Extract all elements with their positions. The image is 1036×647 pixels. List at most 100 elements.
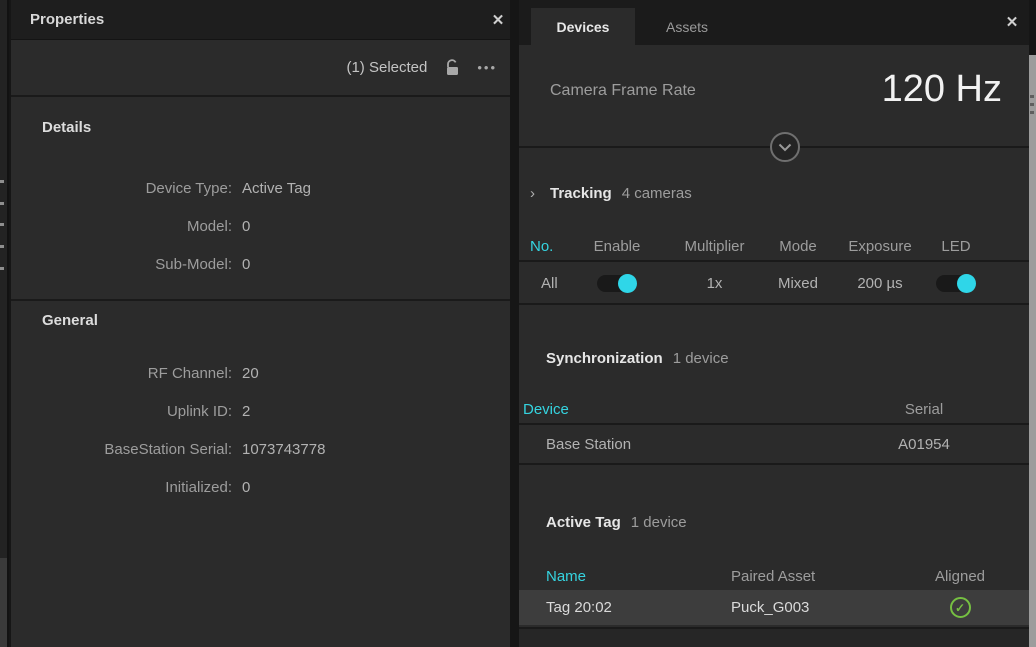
sync-table-header: Device Serial <box>519 396 1029 422</box>
sliver-mark <box>0 267 4 270</box>
active-tag-title: Active Tag <box>546 514 621 531</box>
property-label: RF Channel: <box>42 365 232 382</box>
more-options-icon[interactable]: ••• <box>477 60 497 75</box>
sliver-mark <box>0 202 4 205</box>
tracking-table-header: No. Enable Multiplier Mode Exposure LED <box>519 233 1029 259</box>
tracking-table-row: All 1x Mixed 200 µs <box>519 263 1029 303</box>
property-row: Model: 0 <box>11 214 510 238</box>
properties-title: Properties <box>11 11 104 28</box>
tab-devices[interactable]: Devices <box>531 8 635 45</box>
tracking-subtitle: 4 cameras <box>622 185 692 202</box>
property-row: BaseStation Serial: 1073743778 <box>11 437 510 461</box>
properties-titlebar[interactable]: Properties ✕ <box>11 0 510 40</box>
active-tag-table-row[interactable]: Tag 20:02 Puck_G003 ✓ <box>519 590 1029 625</box>
panel-splitter-handle[interactable] <box>1029 55 1036 647</box>
synchronization-subtitle: 1 device <box>673 350 729 367</box>
close-icon[interactable]: ✕ <box>483 0 510 40</box>
camera-frame-rate-value[interactable]: 120 Hz <box>882 68 1002 111</box>
column-header-serial[interactable]: Serial <box>839 401 1009 418</box>
splitter-grip-mark <box>1030 111 1034 114</box>
tracking-section-header[interactable]: › Tracking 4 cameras <box>519 180 1029 206</box>
property-value[interactable]: 0 <box>242 479 250 496</box>
properties-panel: Properties ✕ (1) Selected ••• Details De… <box>11 0 510 647</box>
column-header-led[interactable]: LED <box>926 238 986 255</box>
column-header-multiplier[interactable]: Multiplier <box>667 238 762 255</box>
column-header-enable[interactable]: Enable <box>567 238 667 255</box>
sliver-scroll-thumb[interactable] <box>0 558 7 647</box>
active-tag-section-header: Active Tag 1 device <box>519 509 1029 535</box>
divider <box>519 463 1029 465</box>
app-window: Properties ✕ (1) Selected ••• Details De… <box>0 0 1036 647</box>
tracking-title: Tracking <box>550 185 612 202</box>
active-tag-subtitle: 1 device <box>631 514 687 531</box>
tag-row-paired-asset: Puck_G003 <box>731 599 901 616</box>
active-tag-table-header: Name Paired Asset Aligned <box>519 563 1029 589</box>
property-label: Uplink ID: <box>42 403 232 420</box>
sliver-mark <box>0 223 4 226</box>
property-label: Initialized: <box>42 479 232 496</box>
property-value[interactable]: 0 <box>242 218 250 235</box>
divider <box>11 299 510 301</box>
tracking-row-multiplier[interactable]: 1x <box>667 275 762 292</box>
tag-row-name: Tag 20:02 <box>546 599 731 616</box>
divider <box>519 260 1029 262</box>
synchronization-section-header: Synchronization 1 device <box>519 345 1029 371</box>
sync-table-row[interactable]: Base Station A01954 <box>519 425 1029 463</box>
splitter-grip-mark <box>1030 95 1034 98</box>
tracking-row-exposure[interactable]: 200 µs <box>834 275 926 292</box>
devices-tabbar: Devices Assets ✕ <box>519 0 1029 45</box>
tab-assets[interactable]: Assets <box>635 8 739 45</box>
enable-toggle-cell <box>567 274 667 292</box>
tracking-row-no: All <box>519 275 567 292</box>
aligned-cell: ✓ <box>901 597 1029 618</box>
properties-toolbar: (1) Selected ••• <box>11 40 510 95</box>
property-value[interactable]: 2 <box>242 403 250 420</box>
column-header-paired-asset[interactable]: Paired Asset <box>731 568 901 585</box>
property-value[interactable]: 0 <box>242 256 250 273</box>
devices-panel: Devices Assets ✕ Camera Frame Rate 120 H… <box>519 0 1029 647</box>
sync-row-device: Base Station <box>519 436 839 453</box>
aligned-check-icon: ✓ <box>950 597 971 618</box>
section-title-details: Details <box>42 115 91 139</box>
close-icon[interactable]: ✕ <box>997 2 1027 42</box>
collapse-chevron-icon[interactable] <box>770 132 800 162</box>
tracking-row-mode[interactable]: Mixed <box>762 275 834 292</box>
selected-count-label: (1) Selected <box>346 59 427 76</box>
led-toggle[interactable] <box>936 275 976 292</box>
column-header-aligned[interactable]: Aligned <box>901 568 1029 585</box>
toggle-knob <box>957 274 976 293</box>
left-edge-panel-sliver <box>0 0 9 647</box>
expander-chevron-icon[interactable]: › <box>530 185 535 202</box>
toggle-knob <box>618 274 637 293</box>
property-value[interactable]: Active Tag <box>242 180 311 197</box>
property-label: BaseStation Serial: <box>42 441 232 458</box>
property-label: Sub-Model: <box>42 256 232 273</box>
property-label: Device Type: <box>42 180 232 197</box>
section-title-general: General <box>42 308 98 332</box>
property-row: Uplink ID: 2 <box>11 399 510 423</box>
sliver-mark <box>0 180 4 183</box>
column-header-device[interactable]: Device <box>519 401 839 418</box>
unlock-icon[interactable] <box>444 59 460 77</box>
camera-frame-rate-label: Camera Frame Rate <box>550 82 696 100</box>
sync-row-serial: A01954 <box>839 436 1009 453</box>
splitter-grip-mark <box>1030 103 1034 106</box>
property-row: RF Channel: 20 <box>11 361 510 385</box>
divider <box>11 95 510 97</box>
column-header-mode[interactable]: Mode <box>762 238 834 255</box>
property-value[interactable]: 1073743778 <box>242 441 325 458</box>
panel-footer-area <box>519 627 1029 647</box>
sliver-mark <box>0 245 4 248</box>
property-value[interactable]: 20 <box>242 365 259 382</box>
property-label: Model: <box>42 218 232 235</box>
synchronization-title: Synchronization <box>546 350 663 367</box>
property-row: Initialized: 0 <box>11 475 510 499</box>
led-toggle-cell <box>926 274 986 292</box>
column-header-exposure[interactable]: Exposure <box>834 238 926 255</box>
property-row: Device Type: Active Tag <box>11 176 510 200</box>
divider <box>519 303 1029 305</box>
column-header-no[interactable]: No. <box>519 238 567 255</box>
property-row: Sub-Model: 0 <box>11 252 510 276</box>
enable-toggle[interactable] <box>597 275 637 292</box>
column-header-name[interactable]: Name <box>546 568 731 585</box>
